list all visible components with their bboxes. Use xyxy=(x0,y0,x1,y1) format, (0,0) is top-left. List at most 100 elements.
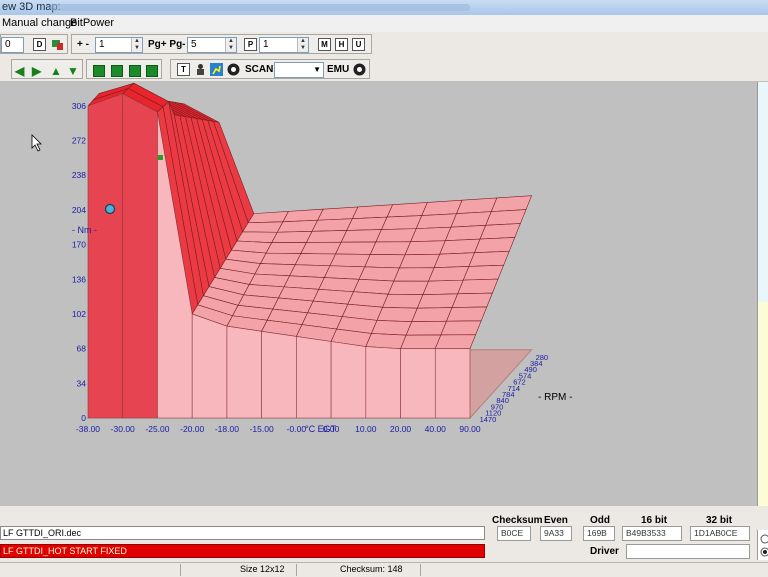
arrow-left-icon[interactable]: ◀ xyxy=(15,64,24,78)
surface-cell xyxy=(335,241,377,255)
surface-cell xyxy=(416,293,459,309)
surface-cell xyxy=(375,228,417,243)
modified-file-field[interactable]: LF GTTDI_HOT START FIXED xyxy=(0,544,485,558)
m-box-icon[interactable]: M xyxy=(318,38,331,51)
radio-group[interactable] xyxy=(757,530,768,560)
checksum-header: Checksum xyxy=(492,515,543,526)
front-wall-cell xyxy=(296,336,332,419)
surface-cell xyxy=(479,223,521,240)
spin-arrows-icon[interactable]: ▲ ▼ xyxy=(131,38,142,52)
emu-record-icon[interactable] xyxy=(353,63,366,79)
green-block-icon[interactable] xyxy=(129,65,141,77)
surface-cell xyxy=(282,208,324,223)
right-panel-yellow xyxy=(757,302,768,506)
square-group xyxy=(86,59,162,79)
flag-icon[interactable] xyxy=(51,38,64,51)
surface-cell xyxy=(440,320,482,336)
bit16-header: 16 bit xyxy=(641,515,668,526)
spin-arrows-icon[interactable]: ▲ ▼ xyxy=(297,38,308,52)
green-stack-icon[interactable] xyxy=(146,65,158,77)
emu-label: EMU xyxy=(327,64,350,75)
surface-cell xyxy=(474,237,516,254)
step-spinner[interactable]: 1 ▲ ▼ xyxy=(95,37,143,53)
p-box-icon[interactable]: P xyxy=(244,38,257,51)
surface-cell xyxy=(415,213,458,229)
h-box-icon[interactable]: H xyxy=(335,38,348,51)
surface-cell xyxy=(405,320,447,336)
surface-cell xyxy=(346,216,388,231)
surface-cell xyxy=(490,195,533,212)
title-blurred-path xyxy=(50,4,470,11)
surface-cell xyxy=(450,211,492,228)
surface-cell xyxy=(404,240,446,256)
surface-cell xyxy=(381,215,423,230)
driver-label: Driver xyxy=(590,546,619,557)
z-tick-label: 306 xyxy=(72,101,86,111)
surface-cell xyxy=(305,230,348,243)
surface-cell xyxy=(428,266,470,282)
original-file-field[interactable]: LF GTTDI_ORI.dec xyxy=(0,526,485,540)
surface-cell xyxy=(351,204,394,219)
surface-cell xyxy=(323,265,366,280)
scan-label: SCAN xyxy=(245,64,274,75)
t-box-icon[interactable]: T xyxy=(177,63,190,76)
x-tick-label: 10.00 xyxy=(355,424,377,434)
z-tick-label: 170 xyxy=(72,240,86,250)
y-tick-label: 280 xyxy=(536,353,549,362)
even-header: Even xyxy=(544,515,568,526)
surface-cell xyxy=(376,306,418,322)
left-value-field[interactable]: 0 xyxy=(1,37,24,53)
person-icon[interactable] xyxy=(194,63,207,79)
status-separator xyxy=(180,564,181,576)
green-split-icon[interactable] xyxy=(111,65,123,77)
surface-chart[interactable]: 0 34 68 102 136 170 204 238 272 306 - Nm - -38.00 -3… xyxy=(0,82,757,506)
menu-bitpower[interactable]: BitPower xyxy=(70,17,114,29)
surface-cell xyxy=(254,263,296,277)
runner-icon[interactable] xyxy=(210,63,223,79)
page-label[interactable]: Pg+ Pg- xyxy=(148,39,186,50)
surface-cell xyxy=(422,279,464,295)
surface-cell xyxy=(294,253,337,267)
front-wall-cell xyxy=(87,93,124,419)
u-box-icon[interactable]: U xyxy=(352,38,365,51)
d-box-icon[interactable]: D xyxy=(33,38,46,51)
driver-field[interactable] xyxy=(626,544,750,559)
x-tick-label: 40.00 xyxy=(425,424,447,434)
surface-cell xyxy=(271,231,313,244)
plus-minus-label[interactable]: + - xyxy=(77,39,89,50)
plot-area[interactable]: 0 34 68 102 136 170 204 238 272 306 - Nm - -38.00 -3… xyxy=(0,82,758,506)
z-tick-label: 68 xyxy=(77,344,87,354)
arrow-right-icon[interactable]: ▶ xyxy=(32,64,41,78)
chevron-down-icon[interactable]: ▼ xyxy=(313,63,321,77)
green-square-icon[interactable] xyxy=(93,65,105,77)
p-spinner[interactable]: 1 ▲ ▼ xyxy=(259,37,309,53)
z-axis-label: - Nm - xyxy=(72,225,97,235)
page-spinner[interactable]: 5 ▲ ▼ xyxy=(187,37,237,53)
z-tick-label: 272 xyxy=(72,136,86,146)
surface-cell xyxy=(446,306,488,322)
odd-header: Odd xyxy=(590,515,610,526)
menu-manual-change[interactable]: Manual change xyxy=(2,17,77,29)
toolbar-bottom: ◀ ▶ ▲ ▼ T SCAN ▼ EMU xyxy=(0,57,768,82)
front-wall-cell xyxy=(330,341,367,419)
arrow-up-icon[interactable]: ▲ xyxy=(50,64,62,78)
surface-cell xyxy=(260,252,302,265)
z-tick-label: 0 xyxy=(81,413,86,423)
surface-cell xyxy=(387,280,429,295)
page-value: 5 xyxy=(191,39,197,50)
bit32-value: 1D1AB0CE xyxy=(690,526,750,541)
x-tick-label: -38.00 xyxy=(76,424,100,434)
surface-cell xyxy=(468,250,510,267)
arrow-down-icon[interactable]: ▼ xyxy=(67,64,79,78)
p-value: 1 xyxy=(263,39,269,50)
surface-cell xyxy=(247,211,290,224)
spin-arrows-icon[interactable]: ▲ ▼ xyxy=(225,38,236,52)
toolbar-group-2: + - 1 ▲ ▼ Pg+ Pg- 5 ▲ ▼ P 1 ▲ ▼ M H U xyxy=(71,34,372,54)
surface-cell xyxy=(421,199,463,216)
record-icon[interactable] xyxy=(227,63,240,79)
scan-dropdown[interactable]: ▼ xyxy=(274,62,324,78)
surface-cell xyxy=(393,267,435,282)
bit16-value: B49B3533 xyxy=(622,526,682,541)
front-wall-cell xyxy=(400,348,436,419)
x-tick-label: -25.00 xyxy=(145,424,169,434)
